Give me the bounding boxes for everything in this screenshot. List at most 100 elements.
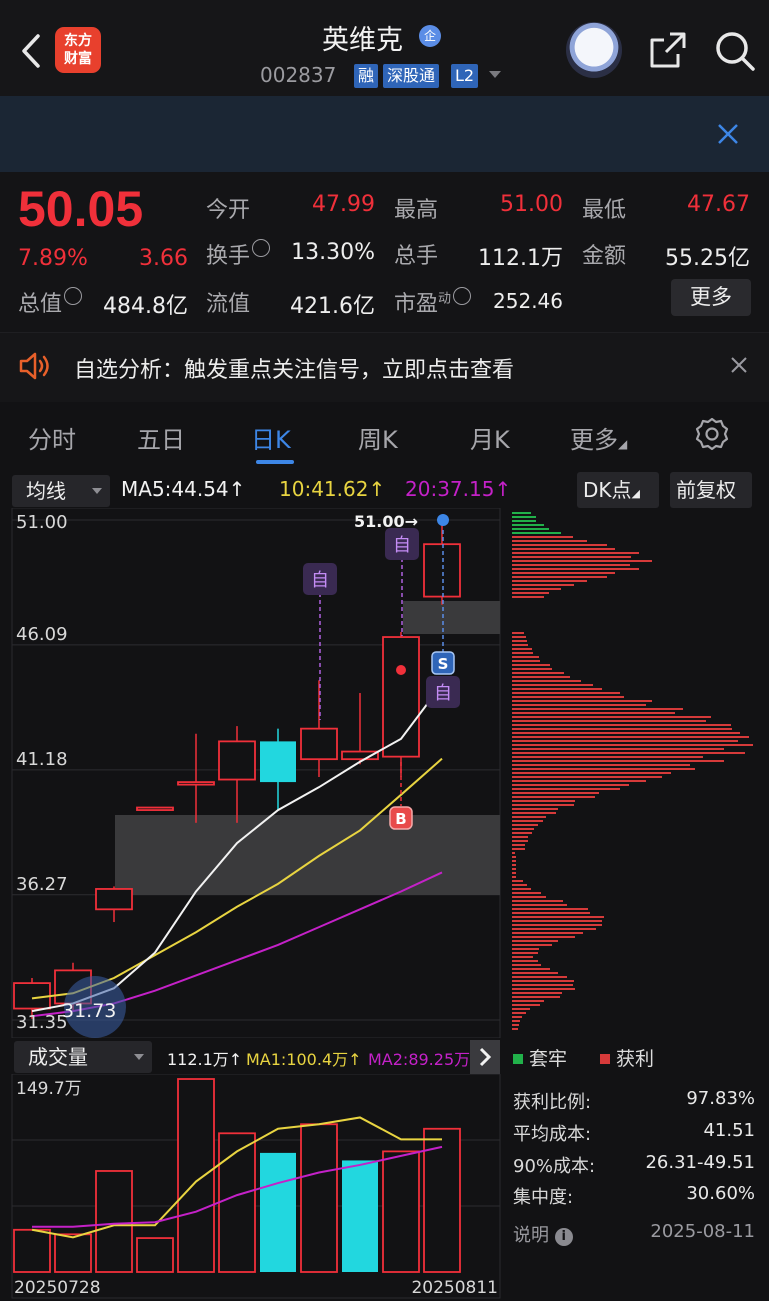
volume-bar[interactable] <box>54 1233 92 1273</box>
chip-bar <box>512 688 602 690</box>
tab-more[interactable]: 更多◢ <box>570 420 627 455</box>
chip-bar <box>512 792 599 794</box>
notice-text[interactable]: 自选分析：触发重点关注信号，立即点击查看 <box>74 352 514 384</box>
share-icon[interactable] <box>648 30 688 70</box>
chip-bar <box>512 908 588 910</box>
concentration-value: 30.60% <box>686 1183 755 1204</box>
amount-label: 金额 <box>582 244 627 269</box>
chip-date: 2025-08-11 <box>650 1221 755 1242</box>
chip-bar <box>512 768 695 770</box>
mktcap-value: 484.8亿 <box>103 294 188 319</box>
volume-chart[interactable]: 149.7万 20250728 20250811 <box>0 1074 502 1299</box>
profit-ratio-value: 97.83% <box>686 1088 755 1109</box>
candle-body[interactable] <box>177 781 215 786</box>
volume-bar[interactable] <box>218 1132 256 1273</box>
support-zone <box>115 815 500 895</box>
volume-bar[interactable] <box>300 1123 338 1273</box>
back-arrow-icon[interactable] <box>14 30 48 72</box>
chip-bar <box>512 708 683 710</box>
tag-connect: 深股通 <box>383 64 440 88</box>
chip-bar <box>512 580 587 582</box>
volume-bar[interactable] <box>13 1228 51 1273</box>
info-icon[interactable] <box>64 287 83 305</box>
ma-selector[interactable]: 均线 <box>12 475 110 507</box>
chip-bar <box>512 704 646 706</box>
logo-text-2: 财富 <box>64 51 92 67</box>
chip-bar <box>512 740 738 742</box>
chip-bar <box>512 988 575 990</box>
chip-bar <box>512 512 531 514</box>
close-icon[interactable] <box>714 120 742 148</box>
tab-intraday[interactable]: 分时 <box>28 420 76 455</box>
cost90-label: 90%成本: <box>513 1156 596 1177</box>
chip-bar <box>512 820 543 822</box>
candle-body[interactable] <box>136 806 174 811</box>
chip-distribution-chart[interactable] <box>506 508 769 1038</box>
chip-bar <box>512 752 745 754</box>
eastmoney-logo[interactable]: 东方 财富 <box>55 27 101 73</box>
volume-readout: 112.1万↑ <box>167 1050 243 1069</box>
chevron-right-icon <box>479 1047 492 1067</box>
more-quote-button[interactable]: 更多 <box>671 279 751 316</box>
candle-body[interactable] <box>423 543 461 598</box>
avg-cost-label: 平均成本: <box>513 1124 592 1145</box>
chip-bar <box>512 720 706 722</box>
search-icon[interactable] <box>714 30 756 72</box>
info-icon[interactable] <box>252 239 271 257</box>
chip-bar <box>512 980 574 982</box>
high-marker-dot <box>437 514 449 526</box>
chip-bar <box>512 948 539 950</box>
concentration-label: 集中度: <box>513 1187 574 1208</box>
chip-bar <box>512 920 602 922</box>
close-icon[interactable] <box>728 354 750 376</box>
candle-body[interactable] <box>95 888 133 911</box>
volume-bar[interactable] <box>95 1170 133 1273</box>
kline-chart[interactable]: 51.00 46.09 41.18 36.27 31.35 自 自 自 51.00→ S… <box>0 508 502 1038</box>
volume-bar[interactable] <box>342 1160 378 1272</box>
tab-five-day[interactable]: 五日 <box>137 420 185 455</box>
volume-selector[interactable]: 成交量 <box>14 1041 152 1073</box>
volume-bar[interactable] <box>136 1237 174 1273</box>
caret-down-icon[interactable] <box>489 71 501 78</box>
low-marker-label: 31.73 <box>62 1000 116 1022</box>
volume-bar[interactable] <box>177 1078 215 1273</box>
chip-bar <box>512 824 538 826</box>
info-icon[interactable] <box>453 287 472 305</box>
resistance-zone <box>403 601 500 634</box>
chip-bar <box>512 588 561 590</box>
x-start-label: 20250728 <box>14 1278 101 1298</box>
candle-body[interactable] <box>300 727 338 761</box>
chip-bar <box>512 828 534 830</box>
chip-bar <box>512 960 538 962</box>
expand-arrow-button[interactable] <box>470 1040 500 1074</box>
chip-bar <box>512 636 526 638</box>
legend-swatch-red <box>600 1054 610 1064</box>
chip-bar <box>512 788 620 790</box>
dk-point-button[interactable]: DK点◢ <box>577 472 659 508</box>
candle-body[interactable] <box>218 740 256 781</box>
chip-bar <box>512 996 560 998</box>
explain-link[interactable]: 说明 i <box>513 1221 573 1247</box>
amount-value: 55.25亿 <box>665 246 750 271</box>
gear-icon[interactable] <box>694 416 730 452</box>
chip-bar <box>512 800 575 802</box>
tab-weekly-k[interactable]: 周K <box>358 420 398 455</box>
chip-bar <box>512 684 593 686</box>
chip-bar <box>512 652 533 654</box>
speaker-icon <box>19 352 49 380</box>
robot-assistant-avatar[interactable] <box>566 22 622 78</box>
tag-level2: L2 <box>451 64 479 88</box>
chip-bar <box>512 696 624 698</box>
candle-body[interactable] <box>260 741 296 783</box>
chip-bar <box>512 596 544 598</box>
high-label: 最高 <box>394 198 439 223</box>
chip-bar <box>512 1008 530 1010</box>
tab-daily-k[interactable]: 日K <box>251 420 291 455</box>
adjust-button[interactable]: 前复权 <box>670 472 752 508</box>
tab-monthly-k[interactable]: 月K <box>470 420 510 455</box>
promo-banner[interactable] <box>0 96 769 172</box>
volume-bar[interactable] <box>260 1152 296 1272</box>
chip-bar <box>512 928 596 930</box>
chip-bar <box>512 592 549 594</box>
volume-bar[interactable] <box>382 1150 420 1273</box>
